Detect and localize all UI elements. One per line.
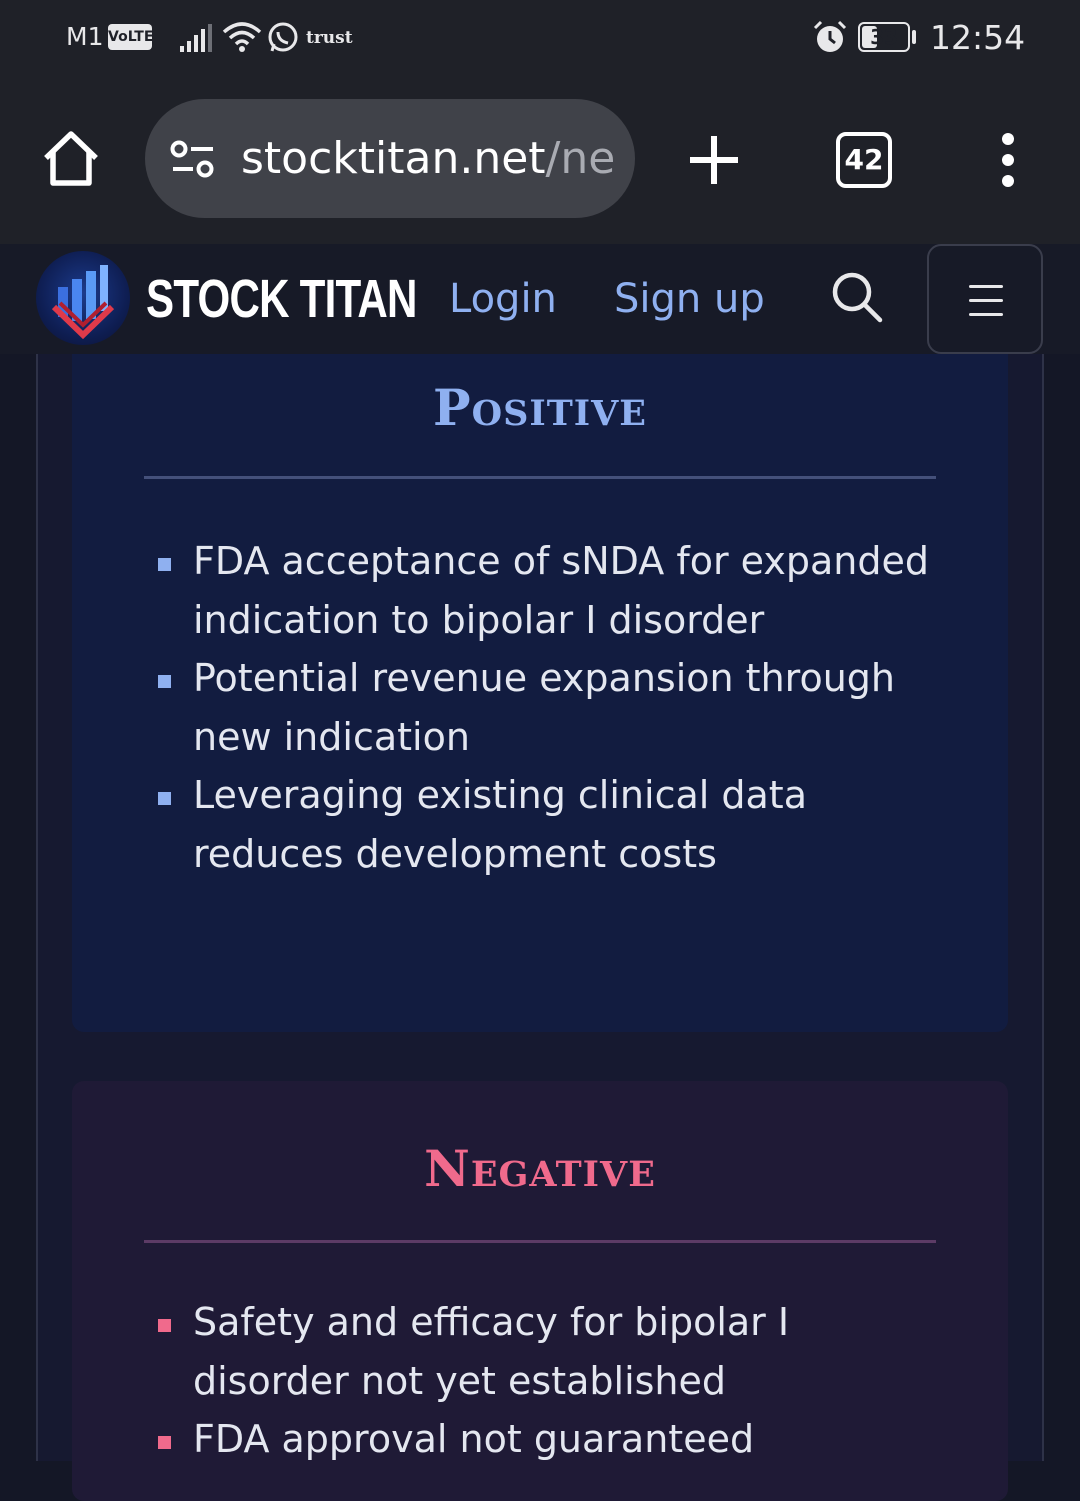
login-link[interactable]: Login xyxy=(449,276,557,322)
brand-name[interactable]: STOCK TITAN xyxy=(146,268,417,330)
url-text[interactable]: stocktitan.net/ne xyxy=(241,133,615,184)
hamburger-line xyxy=(969,299,1003,302)
search-icon[interactable] xyxy=(830,270,884,328)
positive-divider xyxy=(144,476,936,479)
list-item: Leveraging existing clinical data reduce… xyxy=(158,766,938,883)
negative-divider xyxy=(144,1240,936,1243)
hamburger-line xyxy=(969,285,1003,288)
battery-tip xyxy=(912,30,916,44)
more-menu-icon[interactable] xyxy=(996,132,1020,192)
home-icon[interactable] xyxy=(40,128,102,192)
negative-card: Negative Safety and efficacy for bipolar… xyxy=(72,1081,1008,1501)
stock-titan-logo[interactable] xyxy=(36,251,130,345)
status-bar: M1 VoLTE trust 33 12:54 xyxy=(0,0,1080,80)
tab-switcher-button[interactable]: 42 xyxy=(836,132,892,188)
volte-badge: VoLTE xyxy=(108,24,153,50)
negative-title: Negative xyxy=(424,1139,656,1198)
bullet-square xyxy=(158,792,171,805)
positive-list: FDA acceptance of sNDA for expanded indi… xyxy=(158,532,938,883)
bullet-square xyxy=(158,1436,171,1449)
battery-icon: 33 xyxy=(858,22,910,52)
carrier-label: M1 xyxy=(66,22,104,51)
wifi-icon xyxy=(222,20,262,58)
list-item: FDA acceptance of sNDA for expanded indi… xyxy=(158,532,938,649)
site-settings-icon[interactable] xyxy=(169,139,217,183)
whatsapp-icon xyxy=(266,21,300,59)
url-domain: stocktitan.net xyxy=(241,133,546,184)
negative-list: Safety and efficacy for bipolar I disord… xyxy=(158,1293,938,1469)
new-tab-icon[interactable] xyxy=(686,132,742,192)
negative-item-text: Safety and efficacy for bipolar I disord… xyxy=(193,1300,790,1403)
positive-card: Positive FDA acceptance of sNDA for expa… xyxy=(72,354,1008,1032)
positive-item-text: Leveraging existing clinical data reduce… xyxy=(193,773,807,876)
alarm-icon xyxy=(812,20,848,60)
address-bar[interactable]: stocktitan.net/ne xyxy=(145,99,635,218)
bullet-square xyxy=(158,675,171,688)
browser-toolbar: stocktitan.net/ne 42 xyxy=(0,80,1080,244)
list-item: FDA approval not guaranteed xyxy=(158,1410,938,1469)
trust-app-label: trust xyxy=(306,28,353,48)
battery-level: 33 xyxy=(870,25,898,49)
positive-item-text: Potential revenue expansion through new … xyxy=(193,656,895,759)
negative-item-text: FDA approval not guaranteed xyxy=(193,1417,755,1461)
url-path: /ne xyxy=(545,133,616,184)
list-item: Potential revenue expansion through new … xyxy=(158,649,938,766)
signal-icon xyxy=(178,24,212,58)
signup-link[interactable]: Sign up xyxy=(614,276,765,322)
site-header: STOCK TITAN Login Sign up xyxy=(0,244,1080,354)
clock: 12:54 xyxy=(930,18,1026,57)
bullet-square xyxy=(158,1319,171,1332)
hamburger-menu-button[interactable] xyxy=(927,244,1043,354)
hamburger-line xyxy=(969,313,1003,316)
positive-item-text: FDA acceptance of sNDA for expanded indi… xyxy=(193,539,929,642)
positive-title: Positive xyxy=(433,378,647,437)
bullet-square xyxy=(158,558,171,571)
list-item: Safety and efficacy for bipolar I disord… xyxy=(158,1293,938,1410)
